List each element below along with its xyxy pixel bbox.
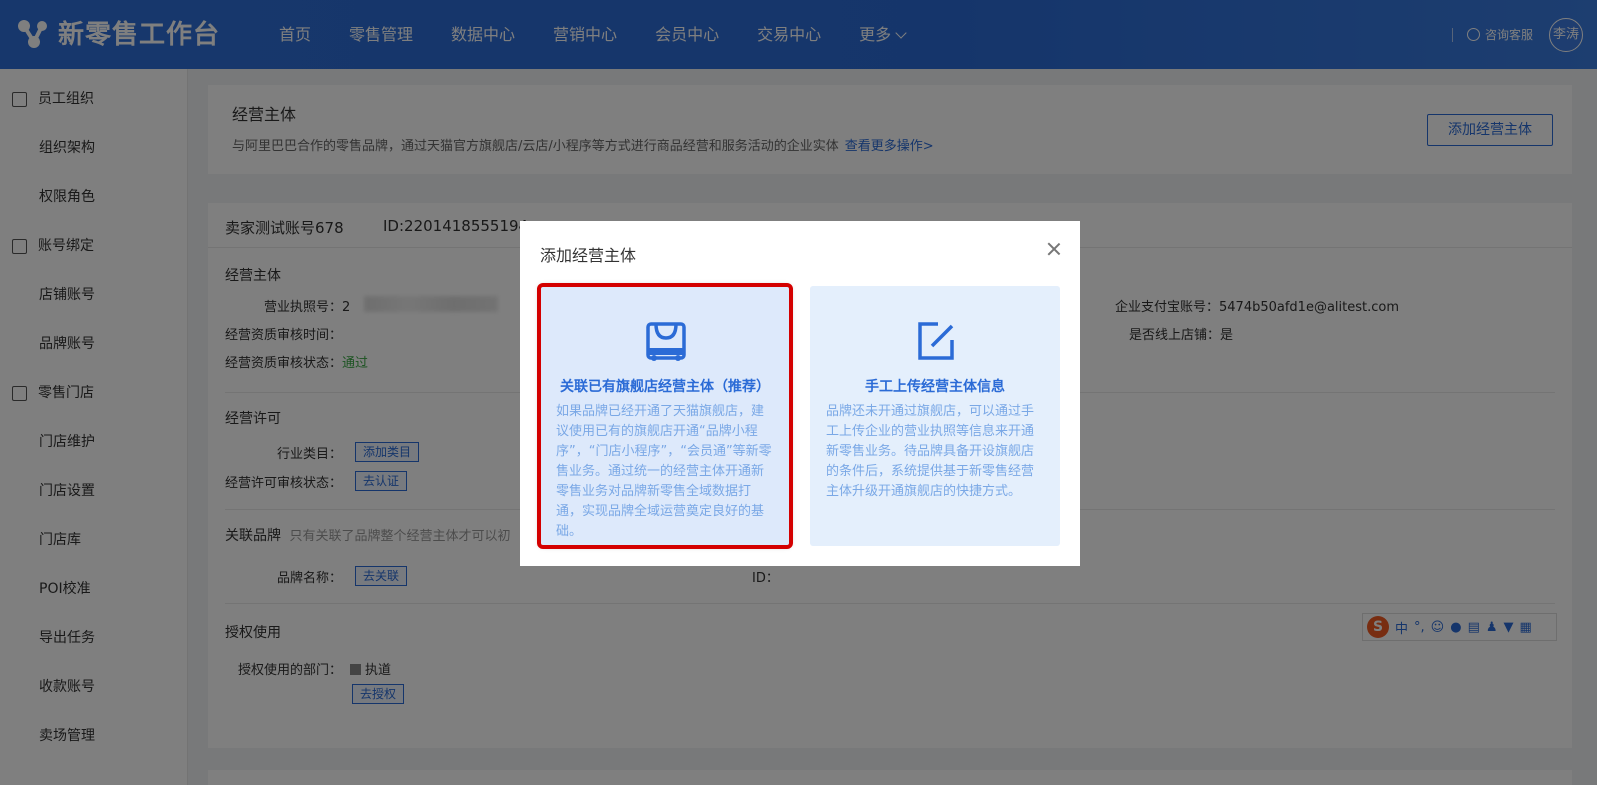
option-title: 关联已有旗舰店经营主体（推荐） [560, 379, 770, 395]
edit-icon [918, 322, 954, 360]
close-icon[interactable] [1046, 241, 1062, 257]
option-desc: 品牌还未开通过旗舰店，可以通过手工上传企业的营业执照等信息来开通新零售业务。待品… [826, 404, 1035, 499]
shopping-bag-icon [646, 322, 686, 361]
option-link-flagship[interactable]: 关联已有旗舰店经营主体（推荐） 如果品牌已经开通了天猫旗舰店，建议使用已有的旗舰… [537, 283, 793, 549]
add-entity-dialog: 添加经营主体 关联已有旗舰店经营主体（推荐） 如果品牌已经开通了天猫旗舰店，建议… [520, 221, 1080, 566]
option-desc: 如果品牌已经开通了天猫旗舰店，建议使用已有的旗舰店开通“品牌小程序”，“门店小程… [556, 404, 772, 539]
option-manual-upload[interactable]: 手工上传经营主体信息 品牌还未开通过旗舰店，可以通过手工上传企业的营业执照等信息… [810, 286, 1060, 546]
option-title: 手工上传经营主体信息 [865, 379, 1005, 395]
dialog-title: 添加经营主体 [540, 246, 637, 265]
